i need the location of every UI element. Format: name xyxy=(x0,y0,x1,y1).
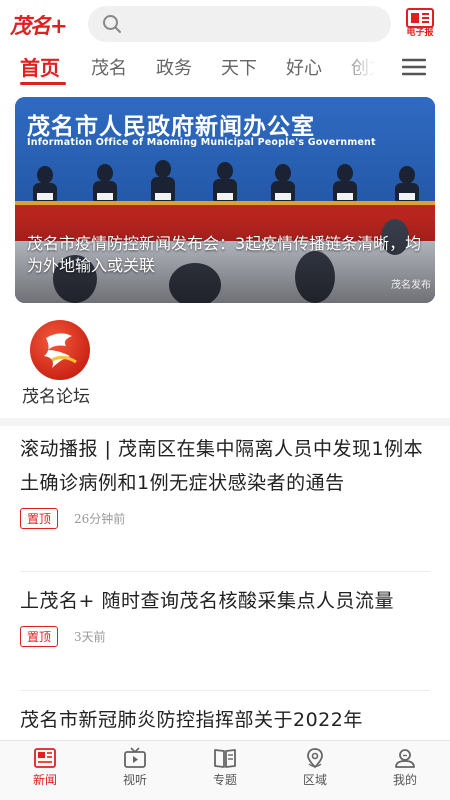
news-icon xyxy=(34,748,56,768)
nav-region[interactable]: 区域 xyxy=(270,741,360,800)
search-input[interactable] xyxy=(88,6,391,42)
menu-icon[interactable] xyxy=(402,57,426,77)
forum-entry[interactable]: 茂名论坛 xyxy=(18,312,108,412)
nav-label: 我的 xyxy=(392,773,417,787)
nav-label: 视听 xyxy=(122,773,147,787)
location-icon xyxy=(307,748,323,769)
banner-subtitle: Information Office of Maoming Municipal … xyxy=(27,137,376,148)
news-title: 茂名市新冠肺炎防控指挥部关于2022年 xyxy=(20,709,363,731)
search-icon xyxy=(103,15,121,33)
pinned-badge: 置顶 xyxy=(20,626,59,647)
forum-label: 茂名论坛 xyxy=(22,387,90,407)
category-tabs: 首页 茂名 政务 天下 好心 创文 xyxy=(0,46,450,90)
book-icon xyxy=(214,749,236,768)
news-meta: 置顶 26分钟前 xyxy=(20,508,432,529)
epaper-icon xyxy=(406,8,434,28)
news-item[interactable]: 茂名市新冠肺炎防控指挥部关于2022年 xyxy=(20,703,432,737)
section-divider xyxy=(0,418,450,426)
news-time: 3天前 xyxy=(74,630,106,644)
epaper-label: 电子报 xyxy=(406,28,434,38)
tab-maoming[interactable]: 茂名 xyxy=(91,54,127,80)
news-item[interactable]: 滚动播报 | 茂南区在集中隔离人员中发现1例本土确诊病例和1例无症状感染者的通告… xyxy=(20,432,432,529)
news-title: 滚动播报 | 茂南区在集中隔离人员中发现1例本土确诊病例和1例无症状感染者的通告 xyxy=(20,438,424,494)
nav-video[interactable]: 视听 xyxy=(90,741,180,800)
active-tab-indicator xyxy=(20,82,66,85)
app-logo[interactable]: 茂名+ xyxy=(10,10,68,40)
app-header: 茂名+ 电子报 xyxy=(0,0,450,46)
tab-haoxin[interactable]: 好心 xyxy=(286,54,322,80)
news-divider xyxy=(20,571,430,572)
nav-topics[interactable]: 专题 xyxy=(180,741,270,800)
nav-label: 区域 xyxy=(302,773,327,787)
tab-home[interactable]: 首页 xyxy=(20,52,60,81)
nav-label: 专题 xyxy=(212,773,237,787)
nav-label: 新闻 xyxy=(32,773,57,787)
banner-watermark: 茂名发布 xyxy=(391,280,431,291)
headline-banner[interactable]: 茂名市人民政府新闻办公室 Information Office of Maomi… xyxy=(15,97,435,303)
news-meta: 置顶 3天前 xyxy=(20,626,432,647)
news-divider xyxy=(20,690,430,691)
tab-government[interactable]: 政务 xyxy=(156,54,192,80)
news-time: 26分钟前 xyxy=(74,512,126,526)
forum-logo-icon xyxy=(30,320,90,380)
banner-title: 茂名市人民政府新闻办公室 xyxy=(27,114,315,140)
tab-world[interactable]: 天下 xyxy=(221,54,257,80)
user-icon xyxy=(395,749,415,768)
tabs-fade xyxy=(340,46,390,90)
epaper-button[interactable]: 电子报 xyxy=(401,8,439,40)
banner-caption: 茂名市疫情防控新闻发布会：3起疫情传播链条清晰，均为外地输入或关联 xyxy=(27,234,422,275)
nav-news[interactable]: 新闻 xyxy=(0,741,90,800)
nav-profile[interactable]: 我的 xyxy=(360,741,450,800)
tv-icon xyxy=(124,747,146,768)
bottom-nav: 新闻 视听 专题 区域 我的 xyxy=(0,740,450,800)
news-item[interactable]: 上茂名+ 随时查询茂名核酸采集点人员流量 置顶 3天前 xyxy=(20,584,432,647)
pinned-badge: 置顶 xyxy=(20,508,59,529)
news-title: 上茂名+ 随时查询茂名核酸采集点人员流量 xyxy=(20,590,394,612)
